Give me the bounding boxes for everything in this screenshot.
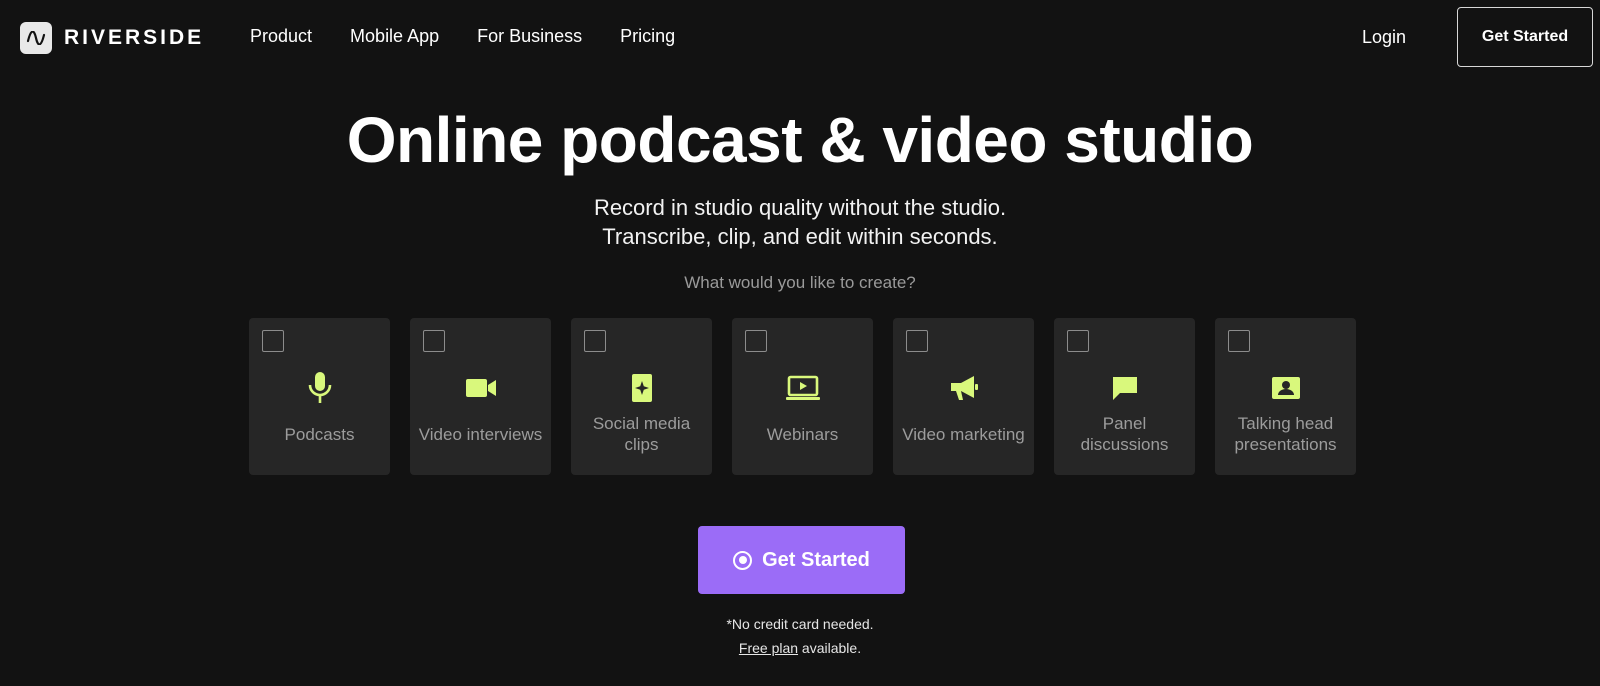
- no-credit-card-note: *No credit card needed.: [726, 616, 874, 632]
- free-plan-rest: available.: [798, 640, 862, 656]
- free-plan-note: Free plan available.: [0, 636, 1600, 660]
- nav-link-pricing[interactable]: Pricing: [620, 26, 675, 47]
- option-card-webinars[interactable]: Webinars: [732, 318, 873, 475]
- nav-link-mobile-app[interactable]: Mobile App: [350, 26, 439, 47]
- riverside-logo[interactable]: RIVERSIDE: [20, 22, 204, 54]
- option-card-video-interviews[interactable]: Video interviews: [410, 318, 551, 475]
- top-navigation: RIVERSIDE Product Mobile App For Busines…: [0, 0, 1600, 76]
- get-started-button[interactable]: Get Started: [698, 526, 905, 594]
- option-checkbox[interactable]: [262, 330, 284, 352]
- option-label: Social media clips: [592, 414, 691, 454]
- person-card-icon: [1215, 370, 1356, 406]
- megaphone-icon: [893, 370, 1034, 406]
- option-checkbox[interactable]: [584, 330, 606, 352]
- option-card-social-media-clips[interactable]: Social media clips: [571, 318, 712, 475]
- subtitle-line-2: Transcribe, clip, and edit within second…: [602, 224, 998, 249]
- subtitle-line-1: Record in studio quality without the stu…: [593, 195, 1007, 220]
- laptop-play-icon: [732, 370, 873, 406]
- main-menu: Product Mobile App For Business Pricing: [250, 26, 675, 47]
- login-link[interactable]: Login: [1362, 27, 1406, 48]
- hero-title: Online podcast & video studio: [346, 104, 1254, 176]
- waveform-logo-icon: [20, 22, 52, 54]
- option-card-podcasts[interactable]: Podcasts: [249, 318, 390, 475]
- option-label: Talking head presentations: [1234, 414, 1337, 454]
- option-card-panel-discussions[interactable]: Panel discussions: [1054, 318, 1195, 475]
- nav-link-product[interactable]: Product: [250, 26, 312, 47]
- header-get-started-button[interactable]: Get Started: [1457, 7, 1593, 67]
- option-card-video-marketing[interactable]: Video marketing: [893, 318, 1034, 475]
- microphone-icon: [249, 370, 390, 406]
- chat-bubble-icon: [1054, 370, 1195, 406]
- use-case-options: Podcasts Video interviews Social media c…: [249, 318, 1356, 475]
- logo-text: RIVERSIDE: [64, 26, 205, 49]
- video-camera-icon: [410, 370, 551, 406]
- option-card-talking-head-presentations[interactable]: Talking head presentations: [1215, 318, 1356, 475]
- nav-link-for-business[interactable]: For Business: [477, 26, 582, 47]
- option-label: Podcasts: [284, 424, 355, 444]
- option-checkbox[interactable]: [906, 330, 928, 352]
- create-prompt: What would you like to create?: [684, 273, 916, 292]
- option-checkbox[interactable]: [1228, 330, 1250, 352]
- signup-footnote: *No credit card needed. Free plan availa…: [0, 612, 1600, 660]
- option-checkbox[interactable]: [423, 330, 445, 352]
- option-label: Panel discussions: [1080, 414, 1169, 454]
- option-label: Video marketing: [902, 424, 1025, 444]
- record-icon: [733, 550, 753, 570]
- option-checkbox[interactable]: [1067, 330, 1089, 352]
- hero-subtitle: Record in studio quality without the stu…: [0, 193, 1600, 251]
- option-checkbox[interactable]: [745, 330, 767, 352]
- free-plan-link[interactable]: Free plan: [739, 640, 798, 656]
- option-label: Video interviews: [418, 424, 543, 444]
- sparkle-phone-icon: [571, 370, 712, 406]
- get-started-label: Get Started: [762, 548, 870, 571]
- option-label: Webinars: [766, 424, 839, 444]
